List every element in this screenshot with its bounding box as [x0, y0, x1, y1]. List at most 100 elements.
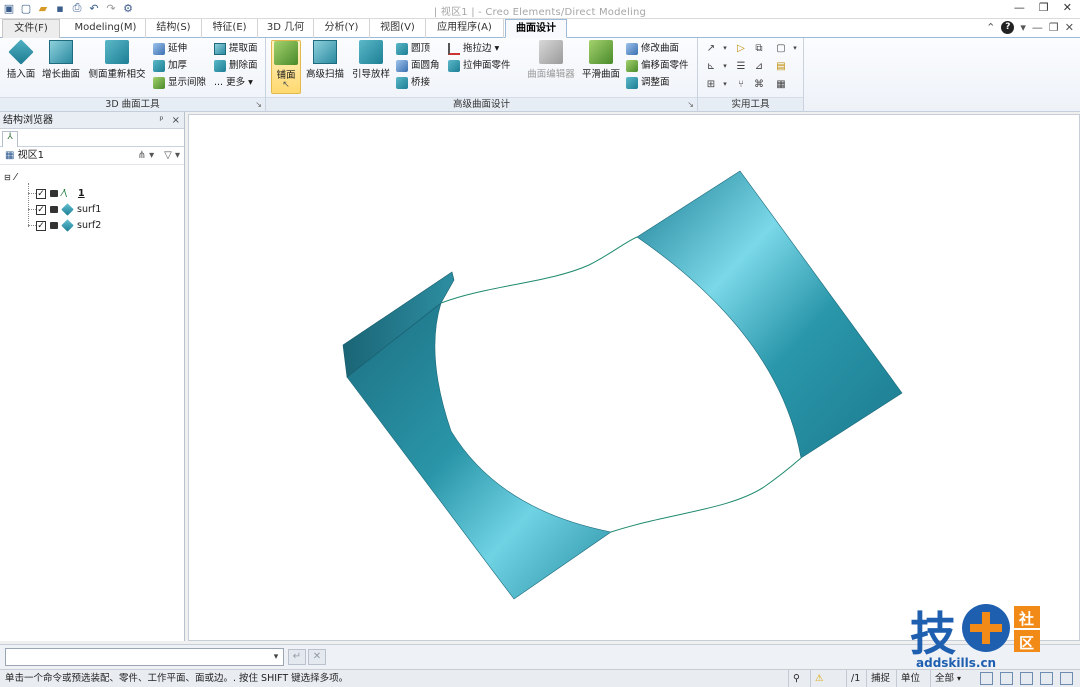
model-render[interactable] — [189, 115, 1079, 640]
next-icon[interactable] — [1040, 672, 1053, 685]
snap-toggle[interactable]: 捕捉 — [866, 670, 896, 687]
compare-icon[interactable]: ⌘ — [752, 78, 766, 91]
calculator-icon[interactable]: ▦ — [774, 78, 788, 91]
modify-surface-button[interactable]: 修改曲面 — [626, 41, 679, 56]
tree-connector — [28, 225, 36, 226]
guided-loft-button[interactable]: 引导放样 — [350, 40, 392, 80]
binoculars-icon[interactable]: ⋔ ▾ — [138, 147, 155, 165]
list-item[interactable]: ✓ surf2 — [36, 218, 101, 233]
offset-face-part-button[interactable]: 偏移面零件 — [626, 58, 689, 73]
visibility-checkbox[interactable]: ✓ — [36, 220, 46, 231]
tab-surface-design[interactable]: 曲面设计 — [505, 19, 567, 38]
dialog-launcher-icon[interactable]: ↘ — [255, 98, 262, 112]
grow-surface-button[interactable]: 增长曲面 — [40, 40, 82, 80]
note-icon[interactable]: ▤ — [774, 60, 788, 73]
insert-face-button[interactable]: 插入面 — [5, 39, 37, 80]
close-icon[interactable]: × — [172, 112, 180, 129]
visibility-checkbox[interactable]: ✓ — [36, 204, 46, 215]
tab-3d-geometry[interactable]: 3D 几何 — [258, 19, 314, 38]
thicken-button[interactable]: 加厚 — [153, 58, 187, 73]
tab-structure[interactable]: 结构(S) — [146, 19, 202, 38]
drag-edge-button[interactable]: 拖拉边 ▾ — [448, 41, 499, 56]
visibility-checkbox[interactable]: ✓ — [36, 188, 46, 199]
frame-icon[interactable]: ▢ — [774, 42, 788, 55]
viewport-selector[interactable]: ▦ 视区1 ⋔ ▾ ▽ ▾ — [0, 147, 184, 165]
cancel-button[interactable]: ✕ — [308, 649, 326, 665]
adjust-face-button[interactable]: 调整面 — [626, 75, 670, 90]
enter-button[interactable]: ↵ — [288, 649, 306, 665]
extract-face-button[interactable]: 提取面 — [214, 41, 258, 56]
owner-icon — [50, 190, 58, 197]
list-icon[interactable]: ☰ — [734, 60, 748, 73]
surface-editor-button[interactable]: 曲面编辑器 — [524, 40, 578, 80]
face-fillet-button[interactable]: 面圆角 — [396, 58, 440, 73]
bridge-button[interactable]: 桥接 — [396, 75, 430, 90]
tree-connector — [28, 193, 36, 194]
curve-1-top[interactable] — [440, 236, 638, 304]
select-mode-icon[interactable] — [980, 672, 993, 685]
chevron-down-icon[interactable]: ▾ — [1020, 21, 1026, 34]
surface-surf1[interactable] — [346, 302, 612, 600]
close-icon[interactable]: ✕ — [1063, 1, 1072, 14]
list-item[interactable]: ✓ ⁄\ 1 — [36, 186, 85, 201]
command-input[interactable]: ▾ — [5, 648, 284, 666]
tree-root[interactable]: ⊟ ⁄ — [4, 170, 16, 185]
list-item[interactable]: ✓ surf1 — [36, 202, 101, 217]
side-reintersect-button[interactable]: 侧面重新相交 — [86, 40, 148, 80]
tree-icon[interactable]: ⑂ — [734, 78, 748, 91]
grid-icon[interactable]: ⊞ — [704, 78, 718, 91]
group-label: 3D 曲面工具 ↘ — [0, 97, 265, 111]
delete-face-button[interactable]: 删除面 — [214, 58, 258, 73]
close-icon[interactable]: ✕ — [1065, 21, 1074, 34]
tab-file[interactable]: 文件(F) — [2, 19, 60, 38]
dropdown-arrow-icon[interactable]: ▾ — [788, 42, 802, 55]
smooth-surface-button[interactable]: 平滑曲面 — [580, 40, 622, 80]
tab-view[interactable]: 视图(V) — [370, 19, 426, 38]
surface-surf2[interactable] — [636, 170, 903, 459]
stretch-face-part-button[interactable]: 拉伸面零件 — [448, 58, 511, 73]
advanced-sweep-button[interactable]: 高级扫描 — [304, 40, 346, 80]
chevron-down-icon[interactable]: ▾ — [269, 649, 283, 665]
watermark-url: addskills.cn — [916, 656, 996, 670]
tree-tab-icon[interactable]: ⅄ — [2, 131, 18, 147]
show-gaps-icon — [153, 76, 165, 89]
filter-icon[interactable]: ▽ ▾ — [164, 147, 180, 165]
tab-analysis[interactable]: 分析(Y) — [314, 19, 370, 38]
dropdown-arrow-icon[interactable]: ▾ — [718, 60, 732, 73]
minimize-icon[interactable]: — — [1032, 21, 1043, 34]
window-controls: — ❐ ✕ — [1014, 1, 1072, 14]
pin-icon[interactable]: ᵖ — [159, 112, 163, 129]
transform-icon[interactable]: ⧉ — [752, 42, 766, 55]
pin-status-icon[interactable]: ⚲ — [788, 670, 810, 687]
more-button[interactable]: ... 更多 ▾ — [214, 75, 253, 90]
axis-icon[interactable]: ↗ — [704, 42, 718, 55]
3d-viewport[interactable] — [188, 114, 1080, 641]
show-gaps-button[interactable]: 显示间隙 — [153, 75, 206, 90]
help-icon[interactable]: ? — [1001, 21, 1015, 34]
ribbon-tabs: 文件(F) Modeling(M) 结构(S) 特征(E) 3D 几何 分析(Y… — [0, 19, 1080, 38]
measure-icon[interactable]: ⊿ — [752, 60, 766, 73]
pointer-icon[interactable]: ▷ — [734, 42, 748, 55]
view-mode-icon[interactable] — [1000, 672, 1013, 685]
chevron-up-icon[interactable]: ⌃ — [986, 21, 995, 34]
patch-face-button[interactable]: 铺面 ↖ — [271, 40, 301, 94]
minimize-icon[interactable]: — — [1014, 1, 1025, 14]
dropdown-arrow-icon[interactable]: ▾ — [718, 78, 732, 91]
warning-icon[interactable]: ⚠ — [810, 670, 832, 687]
restore-icon[interactable]: ❐ — [1049, 21, 1059, 34]
fit-icon[interactable] — [1060, 672, 1073, 685]
dome-button[interactable]: 圆顶 — [396, 41, 430, 56]
collapse-icon[interactable]: ⊟ — [4, 170, 11, 185]
prev-icon[interactable] — [1020, 672, 1033, 685]
tab-modeling[interactable]: Modeling(M) — [66, 19, 146, 38]
restore-icon[interactable]: ❐ — [1039, 1, 1049, 14]
dialog-launcher-icon[interactable]: ↘ — [687, 98, 694, 112]
curve-1-bottom[interactable] — [610, 457, 802, 533]
tab-applications[interactable]: 应用程序(A) — [426, 19, 504, 38]
tab-features[interactable]: 特征(E) — [202, 19, 258, 38]
filter-select[interactable]: 全部 ▾ — [930, 670, 974, 687]
extend-button[interactable]: 延伸 — [153, 41, 187, 56]
units-button[interactable]: 单位 — [896, 670, 930, 687]
coordinate-icon[interactable]: ⊾ — [704, 60, 718, 73]
dropdown-arrow-icon[interactable]: ▾ — [718, 42, 732, 55]
